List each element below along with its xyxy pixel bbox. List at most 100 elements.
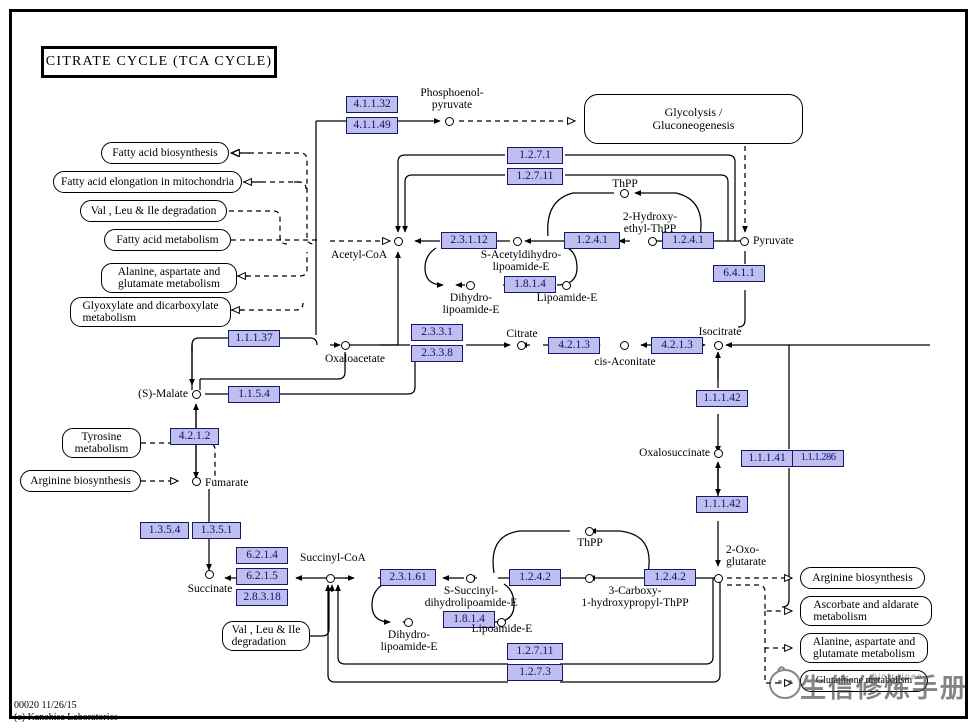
compound-label-oxalosuccinate: Oxalosuccinate bbox=[639, 447, 710, 459]
enzyme-box-2-3-3-8[interactable]: 2.3.3.8 bbox=[411, 345, 463, 362]
compound-node-succinate[interactable] bbox=[205, 570, 214, 579]
map-link-arginine-biosynthesis-left[interactable]: Arginine biosynthesis bbox=[20, 470, 141, 492]
compound-label-dihydrolipoamide-e-bottom: Dihydro- lipoamide-E bbox=[380, 629, 438, 654]
compound-label-cis-aconitate: cis-Aconitate bbox=[594, 356, 656, 368]
compound-node-lipoamide-e-top[interactable] bbox=[562, 281, 571, 290]
enzyme-box-4-1-1-49[interactable]: 4.1.1.49 bbox=[346, 117, 398, 134]
compound-node-acetyl-coa[interactable] bbox=[394, 237, 403, 246]
enzyme-box-1-1-1-41[interactable]: 1.1.1.41 bbox=[741, 450, 793, 467]
map-link-val-leu-ile-degradation[interactable]: Val , Leu & Ile degradation bbox=[80, 200, 227, 222]
map-link-alanine-aspartate-glutamate[interactable]: Alanine, aspartate and glutamate metabol… bbox=[101, 263, 237, 293]
copyright-text: (c) Kanehisa Laboratories bbox=[14, 712, 118, 723]
enzyme-label: 4.1.1.32 bbox=[353, 97, 391, 110]
map-link-tyrosine-metabolism[interactable]: Tyrosine metabolism bbox=[62, 428, 141, 458]
enzyme-label: 1.1.1.41 bbox=[748, 451, 786, 464]
compound-label-lipoamide-e-bottom: Lipoamide-E bbox=[471, 623, 533, 635]
enzyme-box-4-2-1-2[interactable]: 4.2.1.2 bbox=[170, 428, 219, 445]
enzyme-box-4-2-1-3-right[interactable]: 4.2.1.3 bbox=[651, 337, 703, 354]
map-id-text: 00020 11/26/15 bbox=[14, 700, 77, 711]
enzyme-label: 4.2.1.2 bbox=[178, 429, 211, 442]
map-link-label: Fatty acid elongation in mitochondria bbox=[60, 175, 235, 188]
enzyme-label: 1.2.7.11 bbox=[516, 644, 554, 657]
compound-label-3-carboxy-1-hydroxypropyl-thpp: 3-Carboxy- 1-hydroxypropyl-ThPP bbox=[581, 585, 689, 610]
enzyme-label: 1.1.1.42 bbox=[703, 391, 741, 404]
map-link-fatty-acid-elongation[interactable]: Fatty acid elongation in mitochondria bbox=[53, 171, 242, 193]
enzyme-box-4-1-1-32[interactable]: 4.1.1.32 bbox=[346, 96, 398, 113]
enzyme-box-1-2-7-11-bottom[interactable]: 1.2.7.11 bbox=[507, 643, 563, 660]
compound-node-2-hydroxyethyl-thpp[interactable] bbox=[648, 237, 657, 246]
page-title: CITRATE CYCLE (TCA CYCLE) bbox=[41, 46, 277, 78]
map-link-val-leu-ile-degradation-bottom[interactable]: Val , Leu & Ile degradation bbox=[222, 621, 310, 651]
compound-node-isocitrate[interactable] bbox=[714, 341, 723, 350]
enzyme-box-1-1-1-42-upper[interactable]: 1.1.1.42 bbox=[696, 390, 748, 407]
map-link-ascorbate-aldarate[interactable]: Ascorbate and aldarate metabolism bbox=[800, 596, 932, 626]
compound-node-phosphoenolpyruvate[interactable] bbox=[445, 117, 454, 126]
enzyme-label: 6.4.1.1 bbox=[723, 266, 755, 279]
compound-label-acetyl-coa: Acetyl-CoA bbox=[331, 249, 388, 261]
enzyme-box-2-3-1-12[interactable]: 2.3.1.12 bbox=[441, 232, 497, 249]
compound-node-cis-aconitate[interactable] bbox=[620, 341, 629, 350]
compound-label-succinate: Succinate bbox=[187, 583, 233, 595]
enzyme-label: 4.2.1.3 bbox=[661, 338, 693, 351]
enzyme-box-1-2-4-2-right[interactable]: 1.2.4.2 bbox=[644, 569, 696, 586]
enzyme-box-1-8-1-4-top[interactable]: 1.8.1.4 bbox=[504, 276, 556, 293]
map-link-arginine-biosynthesis-right[interactable]: Arginine biosynthesis bbox=[800, 567, 925, 589]
compound-node-thpp-bottom[interactable] bbox=[585, 527, 594, 536]
enzyme-box-1-2-7-11[interactable]: 1.2.7.11 bbox=[507, 168, 563, 185]
enzyme-box-4-2-1-3-left[interactable]: 4.2.1.3 bbox=[548, 337, 600, 354]
enzyme-box-1-3-5-1[interactable]: 1.3.5.1 bbox=[192, 522, 241, 539]
enzyme-label: 1.1.5.4 bbox=[238, 387, 270, 400]
compound-node-pyruvate[interactable] bbox=[740, 237, 749, 246]
compound-node-dihydrolipoamide-e-bottom[interactable] bbox=[404, 618, 413, 627]
enzyme-box-1-1-5-4[interactable]: 1.1.5.4 bbox=[228, 386, 280, 403]
map-link-fatty-acid-biosynthesis[interactable]: Fatty acid biosynthesis bbox=[101, 142, 229, 164]
compound-node-s-acetyldihydrolipoamide-e[interactable] bbox=[513, 237, 522, 246]
enzyme-box-6-2-1-4[interactable]: 6.2.1.4 bbox=[236, 547, 288, 564]
enzyme-box-1-1-1-42-lower[interactable]: 1.1.1.42 bbox=[696, 496, 748, 513]
map-link-label: Val , Leu & Ile degradation bbox=[231, 623, 301, 648]
enzyme-label: 1.3.5.1 bbox=[200, 523, 233, 536]
map-link-alanine-aspartate-glutamate-right[interactable]: Alanine, aspartate and glutamate metabol… bbox=[800, 633, 928, 663]
compound-node-oxaloacetate[interactable] bbox=[341, 341, 350, 350]
enzyme-box-2-3-3-1[interactable]: 2.3.3.1 bbox=[411, 324, 463, 341]
compound-node-succinyl-coa[interactable] bbox=[326, 574, 335, 583]
compound-label-fumarate: Fumarate bbox=[205, 477, 249, 489]
enzyme-label: 1.1.1.286 bbox=[800, 452, 836, 464]
map-link-fatty-acid-metabolism[interactable]: Fatty acid metabolism bbox=[104, 229, 231, 251]
compound-node-citrate[interactable] bbox=[517, 341, 526, 350]
compound-node-oxalosuccinate[interactable] bbox=[714, 449, 723, 458]
map-link-label: Alanine, aspartate and glutamate metabol… bbox=[117, 265, 221, 290]
enzyme-box-1-1-1-37[interactable]: 1.1.1.37 bbox=[228, 330, 280, 347]
enzyme-label: 1.2.4.1 bbox=[672, 233, 704, 246]
map-link-label: Fatty acid biosynthesis bbox=[112, 146, 218, 159]
compound-node-fumarate[interactable] bbox=[192, 477, 201, 486]
compound-node-2-oxoglutarate[interactable] bbox=[714, 574, 723, 583]
map-link-label: Glycolysis / Gluconeogenesis bbox=[652, 105, 735, 132]
enzyme-box-1-2-7-1[interactable]: 1.2.7.1 bbox=[507, 147, 563, 164]
enzyme-box-6-4-1-1[interactable]: 6.4.1.1 bbox=[713, 265, 765, 282]
enzyme-box-1-2-4-2-left[interactable]: 1.2.4.2 bbox=[509, 569, 561, 586]
enzyme-label: 6.2.1.5 bbox=[246, 569, 278, 582]
enzyme-box-1-3-5-4[interactable]: 1.3.5.4 bbox=[140, 522, 189, 539]
compound-label-lipoamide-e-top: Lipoamide-E bbox=[536, 292, 598, 304]
enzyme-label: 1.1.1.42 bbox=[703, 497, 741, 510]
enzyme-box-1-1-1-286[interactable]: 1.1.1.286 bbox=[792, 450, 844, 467]
map-link-label: Arginine biosynthesis bbox=[812, 571, 913, 584]
page-title-text: CITRATE CYCLE (TCA CYCLE) bbox=[45, 54, 273, 69]
map-link-label: Glyoxylate and dicarboxylate metabolism bbox=[82, 299, 219, 324]
map-link-label: Tyrosine metabolism bbox=[74, 430, 129, 455]
map-link-label: Arginine biosynthesis bbox=[30, 474, 131, 487]
compound-node-3-carboxy-1-hydroxypropyl-thpp[interactable] bbox=[585, 574, 594, 583]
enzyme-box-1-2-7-3[interactable]: 1.2.7.3 bbox=[507, 664, 563, 681]
compound-node-s-succinyldihydrolipoamide-e[interactable] bbox=[466, 574, 475, 583]
map-link-glycolysis[interactable]: Glycolysis / Gluconeogenesis bbox=[584, 94, 803, 144]
compound-node-s-malate[interactable] bbox=[192, 390, 201, 399]
enzyme-label: 6.2.1.4 bbox=[246, 548, 278, 561]
enzyme-box-2-3-1-61[interactable]: 2.3.1.61 bbox=[380, 569, 436, 586]
map-link-glutathione-metabolism[interactable]: Glutathione metabolism bbox=[800, 670, 928, 692]
map-link-glyoxylate-dicarboxylate[interactable]: Glyoxylate and dicarboxylate metabolism bbox=[70, 297, 231, 327]
compound-node-dihydrolipoamide-e-top[interactable] bbox=[466, 281, 475, 290]
enzyme-label: 1.2.4.1 bbox=[576, 233, 608, 246]
map-link-label: Alanine, aspartate and glutamate metabol… bbox=[812, 635, 916, 660]
compound-label-dihydrolipoamide-e-top: Dihydro- lipoamide-E bbox=[442, 292, 500, 317]
